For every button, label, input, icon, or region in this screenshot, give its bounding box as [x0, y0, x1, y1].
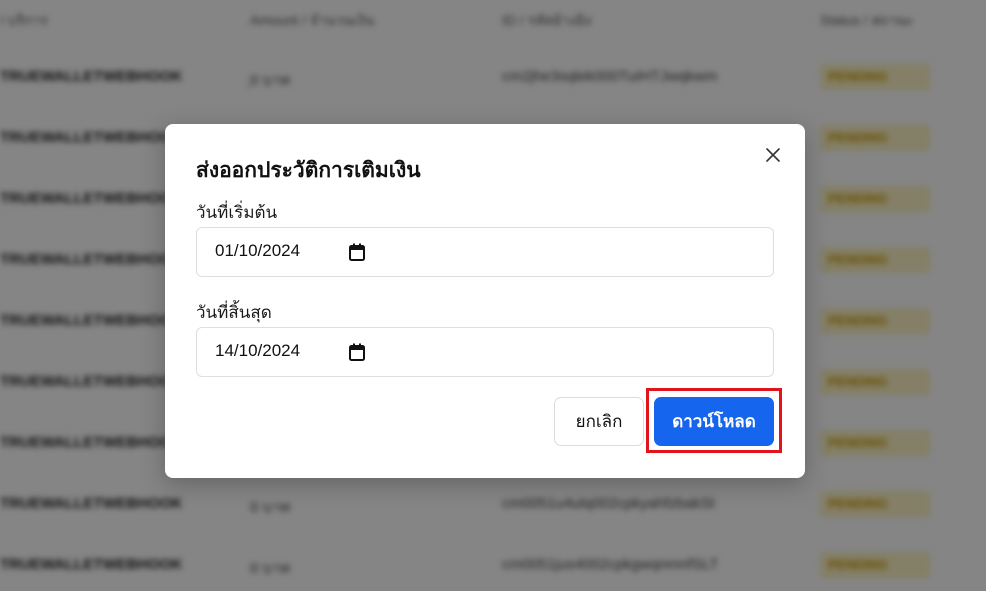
close-button[interactable]: [762, 144, 784, 166]
end-date-value: 14/10/2024: [215, 341, 301, 360]
cancel-button[interactable]: ยกเลิก: [554, 397, 644, 446]
close-icon: [766, 148, 780, 162]
dialog-title: ส่งออกประวัติการเติมเงิน: [196, 158, 421, 182]
calendar-icon[interactable]: [349, 243, 365, 261]
calendar-icon[interactable]: [349, 343, 365, 361]
start-date-value: 01/10/2024: [215, 241, 301, 260]
download-button[interactable]: ดาวน์โหลด: [654, 397, 774, 446]
end-date-label: วันที่สิ้นสุด: [196, 303, 272, 323]
start-date-input[interactable]: 01/10/2024: [196, 227, 774, 277]
export-topup-history-dialog: ส่งออกประวัติการเติมเงิน วันที่เริ่มต้น …: [165, 124, 805, 478]
end-date-input[interactable]: 14/10/2024: [196, 327, 774, 377]
start-date-label: วันที่เริ่มต้น: [196, 203, 278, 223]
